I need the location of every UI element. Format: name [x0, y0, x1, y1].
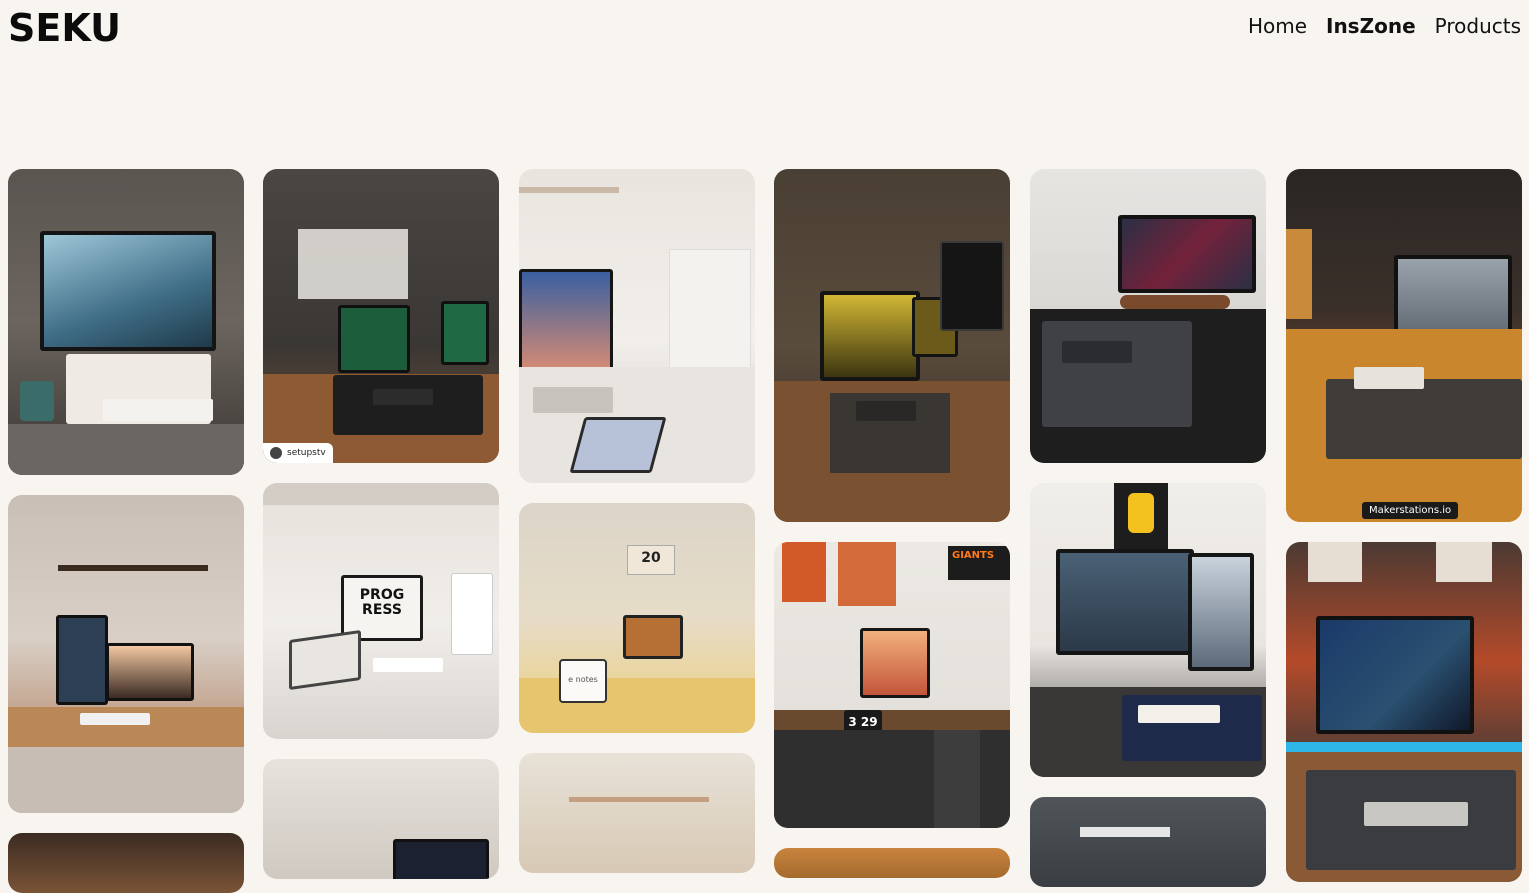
- gallery-image[interactable]: Makerstations.io: [1286, 169, 1522, 522]
- flip-clock-text: 3 29: [848, 715, 878, 729]
- gallery-image[interactable]: 20 e notes: [519, 503, 755, 733]
- nav-home[interactable]: Home: [1248, 14, 1307, 38]
- nav-inszone[interactable]: InsZone: [1326, 14, 1416, 38]
- gallery-image[interactable]: [519, 753, 755, 873]
- gallery-image[interactable]: [8, 833, 244, 893]
- giants-text: GIANTS: [952, 550, 995, 561]
- credit-text: setupstv: [287, 448, 326, 458]
- site-logo[interactable]: SEKU: [8, 6, 121, 50]
- monitor-text: PROG RESS: [359, 587, 405, 618]
- nav-products[interactable]: Products: [1435, 14, 1521, 38]
- gallery-image[interactable]: [774, 848, 1010, 878]
- gallery-image[interactable]: PROG RESS: [263, 483, 499, 739]
- gallery-image[interactable]: [1030, 483, 1266, 777]
- notes-text: e notes: [568, 675, 598, 684]
- gallery-image[interactable]: GIANTS 3 29: [774, 542, 1010, 828]
- gallery-image[interactable]: [263, 759, 499, 879]
- image-credit-badge: Makerstations.io: [1362, 502, 1459, 519]
- gallery-image[interactable]: [8, 495, 244, 813]
- main-nav: Home InsZone Products: [1248, 14, 1521, 38]
- gallery-image[interactable]: setupstv: [263, 169, 499, 463]
- gallery-image[interactable]: [1286, 542, 1522, 882]
- gallery-image[interactable]: [8, 169, 244, 475]
- clock-text: 20: [641, 550, 661, 566]
- avatar: [270, 447, 282, 459]
- gallery-image[interactable]: [1030, 797, 1266, 887]
- gallery-image[interactable]: [1030, 169, 1266, 463]
- gallery-image[interactable]: [774, 169, 1010, 522]
- image-credit-badge: setupstv: [263, 443, 333, 463]
- gallery-image[interactable]: [519, 169, 755, 483]
- site-header: SEKU Home InsZone Products: [0, 0, 1529, 60]
